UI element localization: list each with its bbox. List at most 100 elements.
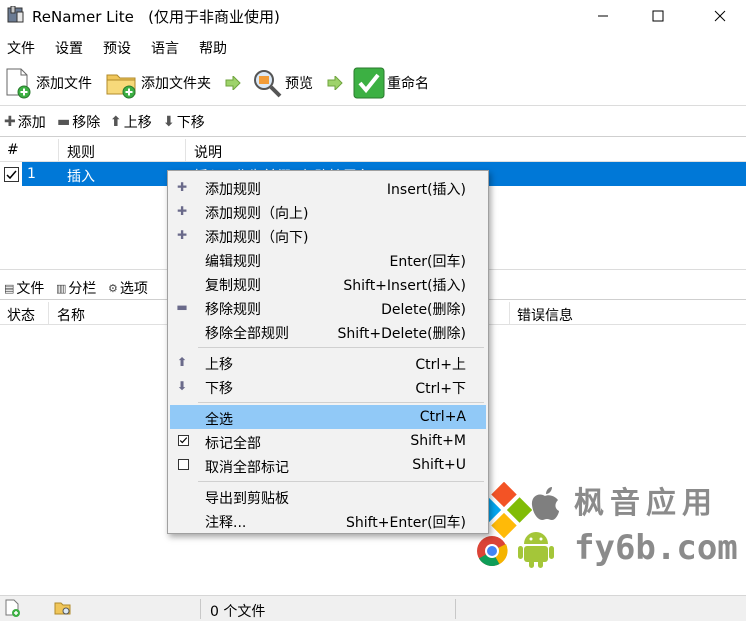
menu-item-label: 取消全部标记 [205, 460, 289, 476]
status-divider [200, 599, 201, 619]
add-rule-label: 添加 [17, 115, 46, 131]
arrow-up-icon: ⬆ [176, 355, 188, 369]
menu-item-remove-all-rules[interactable]: 移除全部规则 Shift+Delete(删除) [170, 319, 486, 343]
close-button[interactable] [697, 0, 743, 32]
menu-item-label: 编辑规则 [205, 254, 261, 270]
menu-item-shortcut: Ctrl+上 [415, 357, 466, 373]
menu-item-shortcut: Enter(回车) [389, 254, 466, 270]
menu-item-comment[interactable]: 注释... Shift+Enter(回车) [170, 508, 486, 532]
add-file-icon [6, 68, 31, 99]
columns-menu-button[interactable]: ▥ 分栏 [56, 278, 96, 298]
column-divider[interactable] [509, 302, 510, 324]
maximize-button[interactable] [635, 0, 681, 32]
menu-item-label: 添加规则（向上) [205, 206, 309, 222]
column-header-status[interactable]: 状态 [7, 305, 35, 325]
green-check-icon [353, 67, 385, 99]
magnifier-icon [254, 70, 282, 98]
add-file-small-icon[interactable] [4, 599, 22, 617]
options-icon: ⚙ [108, 281, 118, 295]
menu-item-add-rule[interactable]: ✚ 添加规则 Insert(插入) [170, 175, 486, 199]
column-header-description[interactable]: 说明 [194, 142, 222, 162]
column-divider[interactable] [185, 139, 186, 161]
minimize-button[interactable] [580, 0, 626, 32]
options-menu-button[interactable]: ⚙ 选项 [108, 278, 148, 298]
menu-separator [198, 402, 484, 403]
rules-table-header: # 规则 说明 [0, 136, 746, 162]
menu-item-add-rule-above[interactable]: ✚ 添加规则（向上) [170, 199, 486, 223]
menu-item-shortcut: Ctrl+A [419, 409, 466, 425]
arrow-down-icon: ⬇ [176, 379, 188, 393]
menu-item-duplicate-rule[interactable]: 复制规则 Shift+Insert(插入) [170, 271, 486, 295]
menu-bar: 文件 设置 预设 语言 帮助 [0, 34, 746, 60]
menu-item-label: 移除全部规则 [205, 326, 289, 342]
menu-item-shortcut: Shift+Enter(回车) [345, 515, 466, 531]
column-header-error[interactable]: 错误信息 [517, 305, 573, 325]
menu-help[interactable]: 帮助 [199, 38, 227, 58]
menu-item-select-all[interactable]: 全选 Ctrl+A [170, 405, 486, 429]
rename-button[interactable]: 重命名 [353, 64, 429, 102]
menu-presets[interactable]: 预设 [103, 38, 131, 58]
add-files-button[interactable]: 添加文件 [4, 64, 92, 102]
menu-item-shortcut: Shift+U [412, 457, 466, 473]
rule-checkbox[interactable] [4, 167, 19, 182]
minus-icon: ▬ [57, 114, 71, 130]
plus-icon: ✚ [4, 114, 16, 130]
column-header-number[interactable]: # [7, 142, 19, 158]
options-menu-label: 选项 [119, 281, 148, 297]
status-divider [455, 599, 456, 619]
menu-language[interactable]: 语言 [151, 38, 179, 58]
add-folder-icon [106, 74, 136, 99]
menu-item-add-rule-below[interactable]: ✚ 添加规则（向下) [170, 223, 486, 247]
checkbox-checked-icon [178, 435, 189, 446]
menu-item-label: 添加规则 [205, 182, 261, 198]
menu-item-label: 下移 [205, 381, 233, 397]
watermark-chrome-logo [477, 536, 508, 567]
menu-item-move-down[interactable]: ⬇ 下移 Ctrl+下 [170, 374, 486, 398]
remove-rule-button[interactable]: ▬ 移除 [57, 112, 100, 132]
preview-button[interactable]: 预览 [251, 64, 313, 102]
menu-file[interactable]: 文件 [7, 38, 35, 58]
checkbox-empty-icon [178, 459, 189, 470]
column-header-rule[interactable]: 规则 [67, 142, 95, 162]
menu-item-unmark-all[interactable]: 取消全部标记 Shift+U [170, 453, 486, 477]
column-divider[interactable] [58, 139, 59, 161]
add-folder-small-icon[interactable] [54, 599, 72, 617]
menu-item-export-clipboard[interactable]: 导出到剪贴板 [170, 484, 486, 508]
menu-item-label: 导出到剪贴板 [205, 491, 289, 507]
add-folder-button[interactable]: 添加文件夹 [105, 64, 211, 102]
menu-item-move-up[interactable]: ⬆ 上移 Ctrl+上 [170, 350, 486, 374]
window-title: ReNamer Lite (仅用于非商业使用) [32, 8, 280, 26]
watermark-brand: 枫音应用 [574, 486, 718, 521]
minus-icon: ▬ [176, 300, 188, 314]
renamer-app-icon [7, 6, 24, 23]
watermark-android-logo [518, 532, 554, 568]
menu-item-remove-rule[interactable]: ▬ 移除规则 Delete(删除) [170, 295, 486, 319]
menu-item-shortcut: Shift+Insert(插入) [343, 278, 466, 294]
column-header-name[interactable]: 名称 [57, 305, 85, 325]
menu-item-mark-all[interactable]: 标记全部 Shift+M [170, 429, 486, 453]
close-icon [714, 10, 726, 22]
menu-settings[interactable]: 设置 [55, 38, 83, 58]
plus-icon: ✚ [176, 204, 188, 218]
files-menu-button[interactable]: ▤ 文件 [4, 278, 44, 298]
menu-item-label: 移除规则 [205, 302, 261, 318]
move-up-button[interactable]: ⬆ 上移 [110, 112, 152, 132]
plus-icon: ✚ [176, 228, 188, 242]
menu-item-shortcut: Ctrl+下 [415, 381, 466, 397]
rule-number: 1 [27, 166, 36, 182]
add-rule-button[interactable]: ✚ 添加 [4, 112, 46, 132]
menu-separator [198, 347, 484, 348]
arrow-up-icon: ⬆ [110, 114, 122, 130]
menu-separator [198, 481, 484, 482]
column-divider[interactable] [48, 302, 49, 324]
remove-rule-label: 移除 [72, 115, 101, 131]
move-down-button[interactable]: ⬇ 下移 [163, 112, 205, 132]
file-icon: ▤ [4, 281, 15, 295]
columns-icon: ▥ [56, 281, 67, 295]
preview-label: 预览 [285, 76, 313, 92]
arrow-right-icon [225, 76, 241, 90]
context-menu: ✚ 添加规则 Insert(插入) ✚ 添加规则（向上) ✚ 添加规则（向下) … [167, 170, 489, 534]
columns-menu-label: 分栏 [68, 281, 97, 297]
menu-item-edit-rule[interactable]: 编辑规则 Enter(回车) [170, 247, 486, 271]
move-down-label: 下移 [176, 115, 205, 131]
